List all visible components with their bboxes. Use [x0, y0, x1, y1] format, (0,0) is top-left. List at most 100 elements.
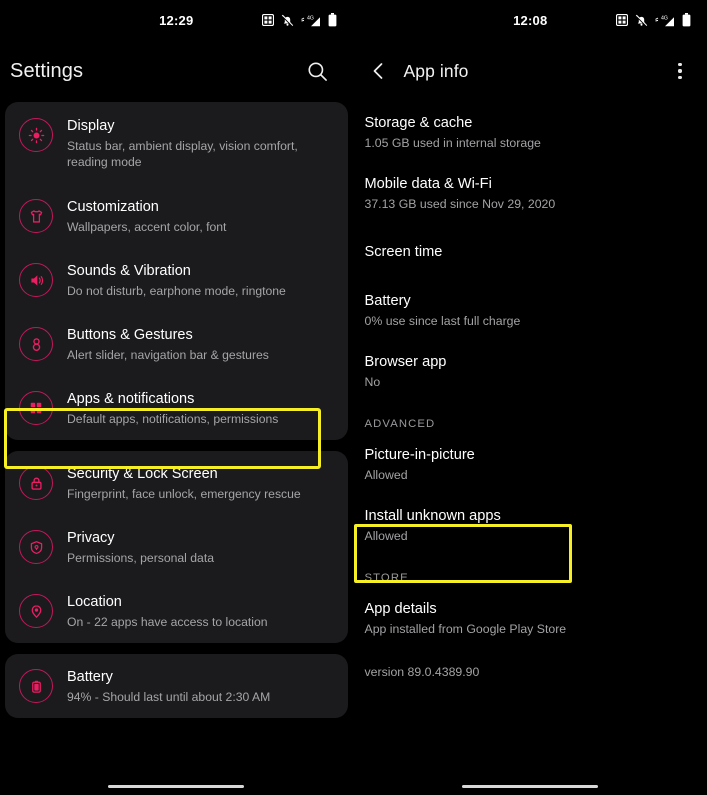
section-header-advanced: ADVANCED	[364, 418, 436, 430]
status-bar-clock: 12:29	[159, 12, 194, 28]
back-chevron-icon	[373, 63, 382, 79]
list-item-sublabel: 1.05 GB used in internal storage	[364, 136, 541, 150]
app-info-list: Storage & cache 1.05 GB used in internal…	[354, 102, 707, 679]
sidebar-item-text: Display Status bar, ambient display, vis…	[67, 116, 332, 170]
sidebar-item-text: Sounds & Vibration Do not disturb, earph…	[67, 261, 332, 299]
list-item-screen-time[interactable]: Screen time	[365, 231, 697, 273]
sidebar-item-sublabel: Wallpapers, accent color, font	[67, 220, 227, 234]
list-item-sublabel: 37.13 GB used since Nov 29, 2020	[364, 197, 556, 211]
speaker-icon	[19, 263, 53, 297]
list-item-sublabel: No	[364, 375, 381, 389]
sidebar-item-sublabel: Do not disturb, earphone mode, ringtone	[67, 284, 286, 298]
sidebar-item-label: Security & Lock Screen	[67, 466, 218, 482]
section-header-store: STORE	[364, 572, 409, 584]
sidebar-item-text: Customization Wallpapers, accent color, …	[67, 197, 332, 235]
sidebar-item-sublabel: Status bar, ambient display, vision comf…	[67, 139, 298, 169]
app-version-text: version 89.0.4389.90	[364, 665, 480, 679]
sidebar-item-text: Privacy Permissions, personal data	[67, 528, 332, 566]
list-item-app-details[interactable]: App details App installed from Google Pl…	[365, 588, 697, 649]
settings-card-group-1: Display Status bar, ambient display, vis…	[5, 102, 348, 440]
dual-screenshot-stage: 12:29 4G Settings Display Status bar, am…	[0, 0, 707, 795]
status-bar-icons: 4G	[261, 0, 337, 40]
home-indicator[interactable]	[462, 784, 599, 788]
list-item-sublabel: Allowed	[364, 468, 408, 482]
sidebar-item-label: Location	[67, 594, 122, 610]
list-item-label: Picture-in-picture	[364, 447, 475, 463]
list-item-label: Battery	[364, 293, 411, 309]
apps-grid-icon	[19, 391, 53, 425]
list-item-label: Storage & cache	[364, 115, 473, 131]
status-bar: 12:08 4G	[354, 0, 707, 40]
sidebar-item-text: Location On - 22 apps have access to loc…	[67, 592, 332, 630]
sidebar-item-sublabel: Default apps, notifications, permissions	[67, 412, 279, 426]
list-item-sublabel: 0% use since last full charge	[364, 314, 521, 328]
sidebar-item-sublabel: 94% - Should last until about 2:30 AM	[67, 690, 271, 704]
location-pin-icon	[19, 594, 53, 628]
battery-icon	[682, 13, 691, 27]
app-badge-icon	[616, 14, 628, 26]
page-title: Settings	[10, 59, 84, 82]
status-bar-clock: 12:08	[513, 12, 548, 28]
search-button[interactable]	[301, 54, 335, 88]
list-item-sublabel: App installed from Google Play Store	[364, 622, 567, 636]
status-bar: 12:29 4G	[0, 0, 353, 40]
sidebar-item-sublabel: Fingerprint, face unlock, emergency resc…	[67, 487, 301, 501]
sidebar-item-text: Buttons & Gestures Alert slider, navigat…	[67, 325, 332, 363]
brightness-icon	[19, 118, 53, 152]
sidebar-item-label: Customization	[67, 199, 159, 215]
list-item-mobile-data-wifi[interactable]: Mobile data & Wi-Fi 37.13 GB used since …	[365, 163, 697, 224]
sidebar-item-customization[interactable]: Customization Wallpapers, accent color, …	[5, 184, 348, 248]
sidebar-item-sublabel: On - 22 apps have access to location	[67, 615, 268, 629]
app-info-header: App info	[354, 40, 707, 102]
sidebar-item-location[interactable]: Location On - 22 apps have access to loc…	[5, 579, 348, 643]
signal-4g-icon: 4G	[300, 15, 320, 26]
sidebar-item-label: Privacy	[67, 530, 115, 546]
sidebar-item-text: Apps & notifications Default apps, notif…	[67, 389, 332, 427]
status-bar-icons: 4G	[616, 0, 691, 40]
list-item-picture-in-picture[interactable]: Picture-in-picture Allowed	[365, 434, 697, 495]
sidebar-item-label: Sounds & Vibration	[67, 263, 191, 279]
sidebar-item-battery[interactable]: Battery 94% - Should last until about 2:…	[5, 654, 348, 718]
list-item-browser-app[interactable]: Browser app No	[365, 341, 697, 402]
list-item-label: Screen time	[364, 244, 443, 260]
sidebar-item-sublabel: Alert slider, navigation bar & gestures	[67, 348, 269, 362]
list-item-install-unknown-apps[interactable]: Install unknown apps Allowed	[365, 495, 697, 556]
settings-cards: Display Status bar, ambient display, vis…	[0, 102, 353, 718]
notifications-muted-icon	[635, 14, 648, 27]
page-title: App info	[403, 60, 469, 81]
svg-text:4G: 4G	[307, 15, 314, 21]
home-indicator[interactable]	[108, 784, 245, 788]
list-item-storage-cache[interactable]: Storage & cache 1.05 GB used in internal…	[365, 102, 697, 163]
app-badge-icon	[261, 14, 274, 26]
sidebar-item-sounds-vibration[interactable]: Sounds & Vibration Do not disturb, earph…	[5, 248, 348, 312]
sidebar-item-sublabel: Permissions, personal data	[67, 551, 214, 565]
left-phone-settings-screen: 12:29 4G Settings Display Status bar, am…	[0, 0, 353, 795]
sidebar-item-security-lock-screen[interactable]: Security & Lock Screen Fingerprint, face…	[5, 451, 348, 515]
sidebar-item-privacy[interactable]: Privacy Permissions, personal data	[5, 515, 348, 579]
back-button[interactable]	[366, 56, 392, 86]
tshirt-icon	[19, 199, 53, 233]
list-item-sublabel: Allowed	[364, 529, 408, 543]
battery-icon	[328, 13, 336, 27]
list-item-label: App details	[364, 601, 437, 617]
sidebar-item-text: Security & Lock Screen Fingerprint, face…	[67, 464, 332, 502]
gesture-icon	[19, 327, 53, 361]
sidebar-item-apps-notifications[interactable]: Apps & notifications Default apps, notif…	[5, 376, 348, 440]
kebab-dot	[678, 69, 682, 73]
sidebar-item-label: Apps & notifications	[67, 391, 195, 407]
right-phone-app-info-screen: 12:08 4G App info Storage & cache 1.05 G…	[353, 0, 707, 795]
sidebar-item-display[interactable]: Display Status bar, ambient display, vis…	[5, 102, 348, 184]
sidebar-item-label: Battery	[67, 669, 113, 685]
notifications-muted-icon	[281, 14, 293, 27]
list-item-label: Install unknown apps	[364, 508, 501, 524]
sidebar-item-text: Battery 94% - Should last until about 2:…	[67, 667, 332, 705]
sidebar-item-buttons-gestures[interactable]: Buttons & Gestures Alert slider, navigat…	[5, 312, 348, 376]
lock-icon	[19, 466, 53, 500]
sidebar-item-label: Display	[67, 118, 115, 134]
settings-card-group-2: Security & Lock Screen Fingerprint, face…	[5, 451, 348, 643]
sidebar-item-label: Buttons & Gestures	[67, 327, 193, 343]
overflow-menu-icon[interactable]	[667, 56, 693, 86]
list-item-battery[interactable]: Battery 0% use since last full charge	[365, 280, 697, 341]
